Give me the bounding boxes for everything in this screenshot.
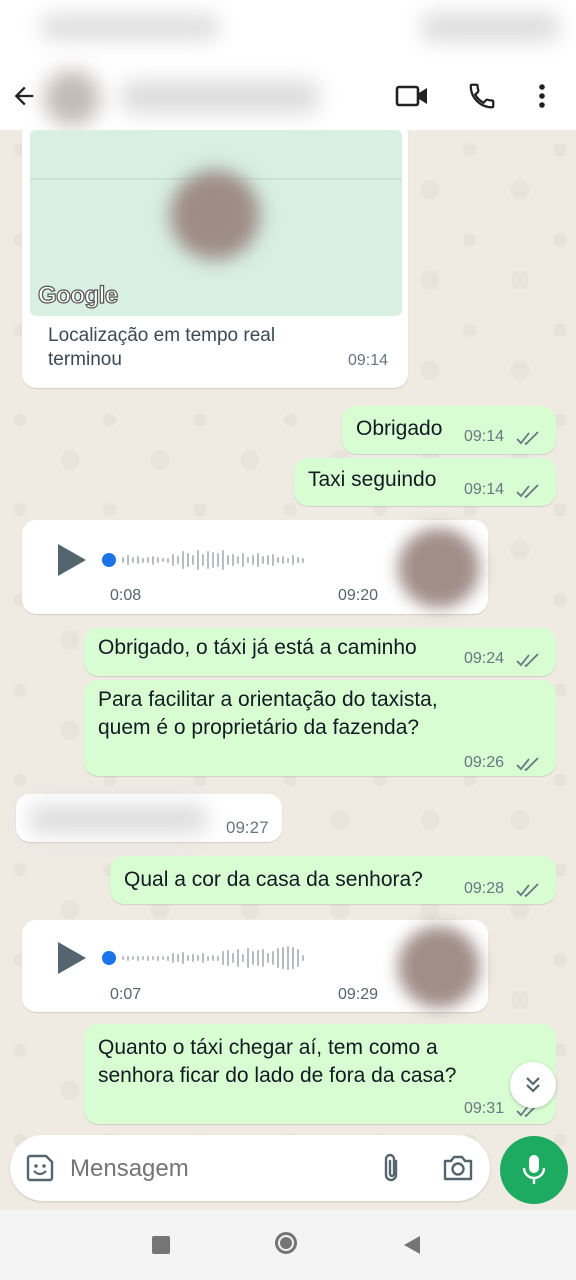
message-time: 09:14 <box>464 428 505 445</box>
message-text-line2: senhora ficar do lado de fora da casa? <box>98 1064 457 1087</box>
outgoing-message[interactable]: Qual a cor da casa da senhora? 09:28 <box>110 856 556 904</box>
scroll-to-bottom-button[interactable] <box>510 1062 556 1108</box>
sticker-icon[interactable] <box>24 1152 56 1189</box>
message-time: 09:26 <box>464 754 505 771</box>
contact-name-blurred[interactable] <box>120 80 320 114</box>
audio-progress-dot[interactable] <box>102 553 116 567</box>
message-time: 09:29 <box>338 986 379 1003</box>
message-text-line2: quem é o proprietário da fazenda? <box>98 716 420 739</box>
message-text: Obrigado, o táxi já está a caminho <box>98 636 417 659</box>
double-check-icon <box>516 883 539 898</box>
sender-avatar-blurred <box>398 926 480 1008</box>
home-dot <box>280 1237 292 1249</box>
message-time: 09:14 <box>348 352 389 369</box>
phone-icon[interactable] <box>460 74 504 118</box>
message-time: 09:24 <box>464 650 505 667</box>
message-time: 09:28 <box>464 880 505 897</box>
message-text: Taxi seguindo <box>308 468 437 491</box>
camera-icon[interactable] <box>442 1153 474 1188</box>
voice-message[interactable]: 0:07 09:29 <box>22 920 488 1012</box>
outgoing-message[interactable]: Obrigado 09:14 <box>342 406 556 454</box>
audio-progress-dot[interactable] <box>102 951 116 965</box>
double-check-icon <box>516 653 539 668</box>
message-text: Obrigado <box>356 417 443 440</box>
message-text-line1: Para facilitar a orientação do taxista, <box>98 688 438 711</box>
outgoing-message[interactable]: Para facilitar a orientação do taxista, … <box>84 680 556 776</box>
avatar[interactable] <box>44 70 100 126</box>
microphone-icon <box>522 1155 546 1184</box>
message-time: 09:20 <box>338 587 379 604</box>
play-icon[interactable] <box>54 940 88 981</box>
double-check-icon <box>516 484 539 499</box>
audio-duration: 0:07 <box>110 986 142 1003</box>
incoming-message[interactable]: 09:27 <box>16 794 282 842</box>
play-icon[interactable] <box>54 542 88 583</box>
message-text: Qual a cor da casa da senhora? <box>124 868 423 891</box>
paperclip-icon[interactable] <box>378 1151 404 1190</box>
status-bar-right-blurred <box>420 12 560 42</box>
back-button[interactable] <box>402 1234 422 1261</box>
message-time: 09:31 <box>464 1100 505 1117</box>
message-text-blurred <box>28 804 208 834</box>
voice-record-button[interactable] <box>500 1136 568 1204</box>
outgoing-message[interactable]: Obrigado, o táxi já está a caminho 09:24 <box>84 628 556 676</box>
google-logo: Google <box>37 281 118 309</box>
status-bar <box>0 0 576 60</box>
message-time: 09:27 <box>226 818 269 837</box>
map-avatar-blurred <box>170 170 260 260</box>
chat-area[interactable]: Google Localização em tempo real termino… <box>0 130 576 1208</box>
voice-message[interactable]: 0:08 09:20 <box>22 520 488 614</box>
home-button[interactable] <box>275 1232 297 1254</box>
outgoing-message[interactable]: Taxi seguindo 09:14 <box>294 458 556 506</box>
message-text-line1: Quanto o táxi chegar aí, tem como a <box>98 1036 438 1059</box>
arrow-left-icon[interactable] <box>2 74 46 118</box>
message-composer[interactable] <box>10 1135 490 1201</box>
recents-button[interactable] <box>152 1236 170 1254</box>
video-camera-icon[interactable] <box>390 74 434 118</box>
more-vertical-icon[interactable] <box>520 74 564 118</box>
outgoing-message[interactable]: Quanto o táxi chegar aí, tem como a senh… <box>84 1024 556 1124</box>
message-input[interactable] <box>68 1149 372 1189</box>
status-bar-left-blurred <box>40 14 220 40</box>
audio-waveform[interactable] <box>122 943 304 973</box>
audio-duration: 0:08 <box>110 587 142 604</box>
chevrons-down-icon <box>526 1077 540 1093</box>
location-message[interactable]: Google Localização em tempo real termino… <box>22 130 408 388</box>
message-time: 09:14 <box>464 481 505 498</box>
location-caption-line2: terminou <box>48 349 122 370</box>
double-check-icon <box>516 431 539 446</box>
system-navigation-bar <box>0 1210 576 1280</box>
audio-waveform[interactable] <box>122 545 304 575</box>
sender-avatar-blurred <box>398 528 480 608</box>
map-preview[interactable]: Google <box>30 130 402 316</box>
double-check-icon <box>516 757 539 772</box>
chat-header <box>0 60 576 132</box>
